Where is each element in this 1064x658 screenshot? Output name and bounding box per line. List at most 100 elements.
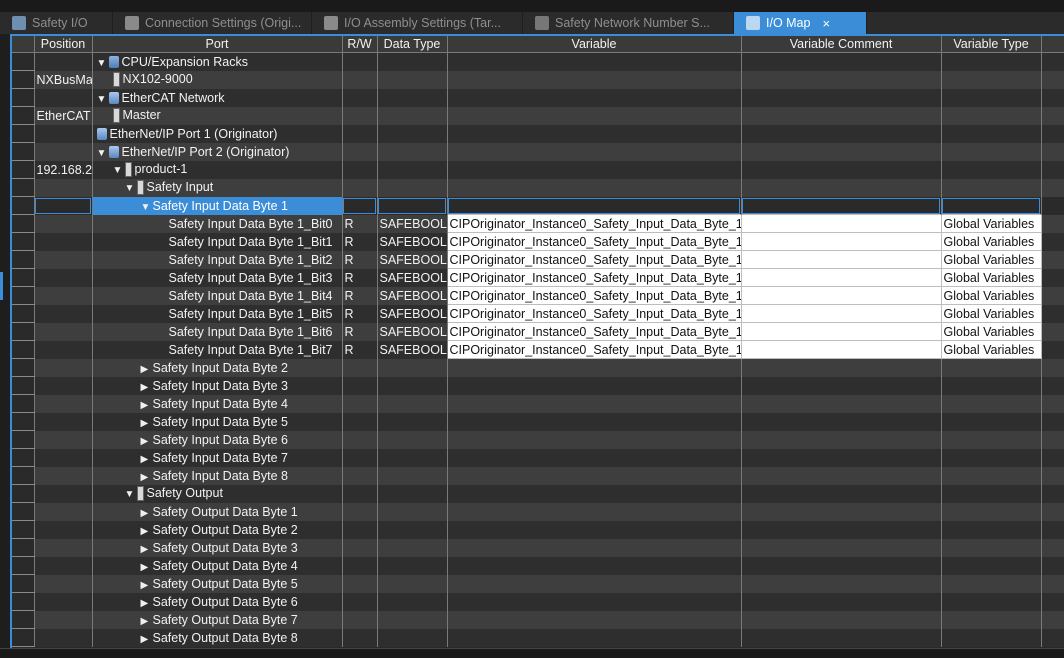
expand-right-icon[interactable]: ▶ xyxy=(141,544,153,555)
port-cell[interactable]: ▼ Safety Input Data Byte 1 xyxy=(92,196,343,215)
table-row[interactable]: ▶ Safety Input Data Byte 5 xyxy=(12,412,1064,431)
variable-cell[interactable]: CIPOriginator_Instance0_Safety_Input_Dat… xyxy=(446,322,742,341)
variable-comment-cell[interactable] xyxy=(741,556,942,575)
variable-cell[interactable] xyxy=(447,448,742,467)
variable-comment-cell[interactable] xyxy=(741,610,942,629)
data-type-cell[interactable] xyxy=(377,196,448,215)
variable-type-cell[interactable] xyxy=(941,520,1042,539)
rw-cell[interactable]: R xyxy=(342,322,378,341)
table-row[interactable]: EtherCAT I Master xyxy=(12,106,1064,125)
rw-cell[interactable] xyxy=(342,466,378,485)
column-header-variable-comment[interactable]: Variable Comment xyxy=(741,36,942,53)
variable-comment-cell[interactable] xyxy=(741,592,942,611)
variable-cell[interactable]: CIPOriginator_Instance0_Safety_Input_Dat… xyxy=(446,286,742,305)
port-cell[interactable]: ▼ Safety Input xyxy=(92,178,343,197)
variable-cell[interactable]: CIPOriginator_Instance0_Safety_Input_Dat… xyxy=(446,268,742,287)
expand-right-icon[interactable]: ▶ xyxy=(141,472,153,483)
data-type-cell[interactable] xyxy=(377,142,448,161)
port-cell[interactable]: ▼ EtherNet/IP Port 2 (Originator) xyxy=(92,142,343,161)
table-row[interactable]: Safety Input Data Byte 1_Bit0 R SAFEBOOL CI… xyxy=(12,214,1064,233)
data-type-cell[interactable] xyxy=(377,178,448,197)
variable-type-cell[interactable] xyxy=(941,106,1042,125)
port-cell[interactable]: ▶ Safety Output Data Byte 7 xyxy=(92,610,343,629)
tab-connection-settings-origi[interactable]: Connection Settings (Origi... xyxy=(113,12,312,34)
variable-cell[interactable] xyxy=(447,106,742,125)
expand-right-icon[interactable]: ▶ xyxy=(141,580,153,591)
data-type-cell[interactable] xyxy=(377,106,448,125)
position-cell[interactable] xyxy=(34,556,93,575)
variable-cell[interactable]: CIPOriginator_Instance0_Safety_Input_Dat… xyxy=(446,232,742,251)
position-cell[interactable] xyxy=(34,358,93,377)
rw-cell[interactable]: R xyxy=(342,340,378,359)
variable-cell[interactable] xyxy=(447,88,742,107)
extra-cell[interactable] xyxy=(1041,466,1064,485)
variable-type-cell[interactable]: Global Variables xyxy=(940,214,1042,233)
variable-comment-cell[interactable] xyxy=(741,160,942,179)
data-type-cell[interactable]: SAFEBOOL xyxy=(377,286,448,305)
port-cell[interactable]: ▶ Safety Input Data Byte 6 xyxy=(92,430,343,449)
data-type-cell[interactable] xyxy=(377,484,448,503)
variable-type-cell[interactable]: Global Variables xyxy=(940,322,1042,341)
position-cell[interactable] xyxy=(34,376,93,395)
position-cell[interactable] xyxy=(34,304,93,323)
port-cell[interactable]: Safety Input Data Byte 1_Bit2 xyxy=(92,250,343,269)
variable-comment-cell[interactable] xyxy=(741,196,942,215)
rw-cell[interactable] xyxy=(342,358,378,377)
rw-cell[interactable] xyxy=(342,124,378,143)
variable-type-cell[interactable] xyxy=(941,142,1042,161)
position-cell[interactable]: 192.168.2! xyxy=(34,160,93,179)
variable-comment-cell[interactable] xyxy=(740,340,942,359)
port-cell[interactable]: ▶ Safety Output Data Byte 8 xyxy=(92,628,343,647)
table-row[interactable]: ▶ Safety Output Data Byte 5 xyxy=(12,574,1064,593)
table-row[interactable]: ▶ Safety Input Data Byte 2 xyxy=(12,358,1064,377)
variable-cell[interactable] xyxy=(447,556,742,575)
rw-cell[interactable] xyxy=(342,88,378,107)
rw-cell[interactable]: R xyxy=(342,268,378,287)
table-row[interactable]: ▶ Safety Output Data Byte 8 xyxy=(12,628,1064,647)
variable-type-cell[interactable]: Global Variables xyxy=(940,250,1042,269)
rw-cell[interactable] xyxy=(342,196,378,215)
extra-cell[interactable] xyxy=(1041,322,1064,341)
variable-type-cell[interactable] xyxy=(941,466,1042,485)
variable-cell[interactable] xyxy=(447,574,742,593)
variable-comment-cell[interactable] xyxy=(741,376,942,395)
variable-type-cell[interactable] xyxy=(941,610,1042,629)
rw-cell[interactable] xyxy=(342,538,378,557)
variable-comment-cell[interactable] xyxy=(741,70,942,89)
position-cell[interactable] xyxy=(34,574,93,593)
variable-cell[interactable] xyxy=(447,376,742,395)
data-type-cell[interactable] xyxy=(377,502,448,521)
column-header-rw[interactable]: R/W xyxy=(342,36,378,53)
table-row[interactable]: ▶ Safety Output Data Byte 3 xyxy=(12,538,1064,557)
port-cell[interactable]: ▶ Safety Input Data Byte 7 xyxy=(92,448,343,467)
table-row[interactable]: 192.168.2! ▼ product-1 xyxy=(12,160,1064,179)
position-cell[interactable] xyxy=(34,286,93,305)
table-row[interactable]: ▶ Safety Input Data Byte 7 xyxy=(12,448,1064,467)
table-row[interactable]: ▶ Safety Output Data Byte 1 xyxy=(12,502,1064,521)
position-cell[interactable]: EtherCAT I xyxy=(34,106,93,125)
extra-cell[interactable] xyxy=(1041,610,1064,629)
data-type-cell[interactable]: SAFEBOOL xyxy=(377,232,448,251)
position-cell[interactable] xyxy=(34,178,93,197)
expand-right-icon[interactable]: ▶ xyxy=(141,508,153,519)
variable-comment-cell[interactable] xyxy=(741,430,942,449)
variable-type-cell[interactable] xyxy=(941,160,1042,179)
extra-cell[interactable] xyxy=(1041,502,1064,521)
expand-right-icon[interactable]: ▶ xyxy=(141,562,153,573)
expand-down-icon[interactable]: ▼ xyxy=(125,183,137,194)
position-cell[interactable] xyxy=(34,322,93,341)
variable-type-cell[interactable]: Global Variables xyxy=(940,286,1042,305)
expand-right-icon[interactable]: ▶ xyxy=(141,400,153,411)
position-cell[interactable] xyxy=(34,412,93,431)
variable-cell[interactable] xyxy=(447,70,742,89)
extra-cell[interactable] xyxy=(1041,448,1064,467)
table-row[interactable]: ▼ EtherNet/IP Port 2 (Originator) xyxy=(12,142,1064,161)
rw-cell[interactable] xyxy=(342,556,378,575)
table-row[interactable]: ▶ Safety Input Data Byte 8 xyxy=(12,466,1064,485)
variable-comment-cell[interactable] xyxy=(741,124,942,143)
port-cell[interactable]: Safety Input Data Byte 1_Bit0 xyxy=(92,214,343,233)
variable-cell[interactable]: CIPOriginator_Instance0_Safety_Input_Dat… xyxy=(446,304,742,323)
rw-cell[interactable] xyxy=(342,106,378,125)
variable-cell[interactable] xyxy=(447,592,742,611)
column-header-position[interactable]: Position xyxy=(34,36,93,53)
